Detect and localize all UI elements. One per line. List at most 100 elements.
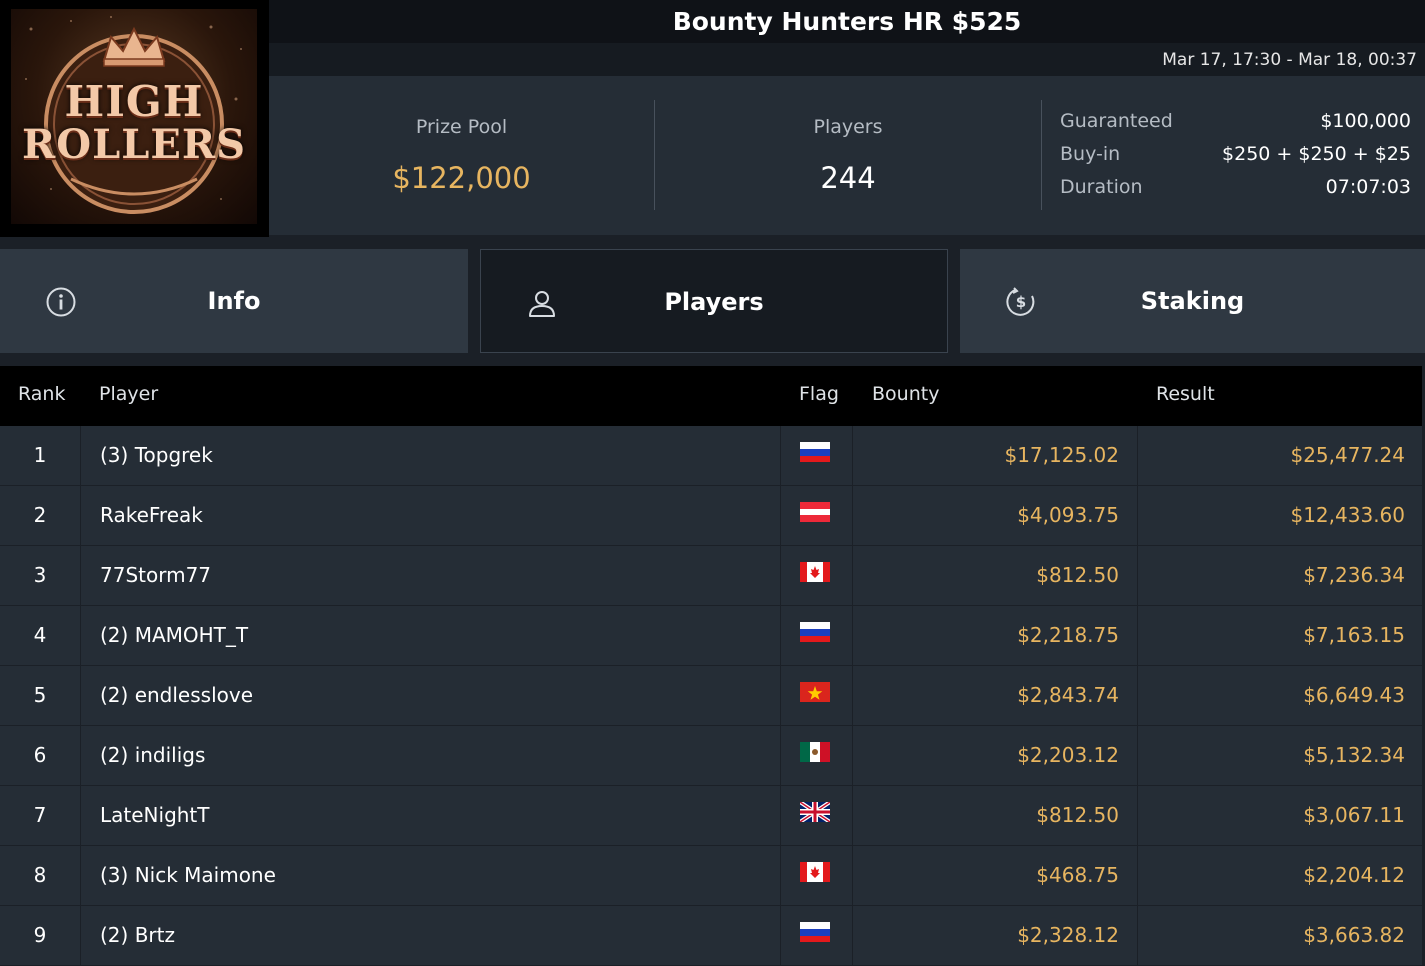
buyin-row: Buy-in $250 + $250 + $25 [1060,143,1411,173]
player-name[interactable]: (2) indiligs [80,726,780,785]
table-row[interactable]: 8 (3) Nick Maimone $468.75 $2,204.12 [0,846,1422,906]
result-cell: $3,067.11 [1137,786,1422,845]
prize-pool-label: Prize Pool [415,116,508,138]
rank-cell: 1 [33,443,47,467]
player-name[interactable]: (2) endlesslove [80,666,780,725]
russia-flag-icon [800,622,830,642]
player-name[interactable]: RakeFreak [80,486,780,545]
flag-cell [780,426,853,485]
canada-flag-icon [800,562,830,582]
tab-staking-label: Staking [1140,287,1245,315]
russia-flag-icon [800,922,830,942]
result-cell: $2,204.12 [1137,846,1422,905]
players-value: 244 [820,161,876,195]
flag-cell [780,666,853,725]
bounty-cell: $812.50 [852,786,1137,845]
rank-cell: 2 [33,503,47,527]
player-name[interactable]: LateNightT [80,786,780,845]
flag-cell [780,846,853,905]
logo-text-high: HIGH [64,77,204,126]
player-name[interactable]: (2) Brtz [80,906,780,965]
prize-pool-stat: Prize Pool $122,000 [269,76,654,235]
result-cell: $25,477.24 [1137,426,1422,485]
bounty-cell: $2,218.75 [852,606,1137,665]
bounty-cell: $4,093.75 [852,486,1137,545]
player-name[interactable]: (3) Nick Maimone [80,846,780,905]
result-cell: $7,236.34 [1137,546,1422,605]
player-name[interactable]: (2) MAMOHT_T [80,606,780,665]
result-cell: $3,663.82 [1137,906,1422,965]
logo-text-rollers: ROLLERS [22,121,246,168]
rank-cell: 6 [33,743,47,767]
table-row[interactable]: 1 (3) Topgrek $17,125.02 $25,477.24 [0,426,1422,486]
tournament-details: Guaranteed $100,000 Buy-in $250 + $250 +… [1042,76,1425,235]
duration-value: 07:07:03 [1325,176,1411,198]
tournament-title: Bounty Hunters HR $525 [269,0,1425,43]
bounty-cell: $2,203.12 [852,726,1137,785]
high-rollers-logo-image: HIGH ROLLERS [11,9,257,224]
player-name[interactable]: 77Storm77 [80,546,780,605]
canada-flag-icon [800,862,830,882]
tab-staking[interactable]: $ Staking [960,249,1425,353]
rank-cell: 7 [33,803,47,827]
bounty-cell: $468.75 [852,846,1137,905]
rank-cell: 8 [33,863,47,887]
russia-flag-icon [800,442,830,462]
flag-cell [780,906,853,965]
bounty-cell: $2,328.12 [852,906,1137,965]
flag-cell [780,486,853,545]
players-stat: Players 244 [655,76,1041,235]
player-name[interactable]: (3) Topgrek [80,426,780,485]
result-cell: $7,163.15 [1137,606,1422,665]
guaranteed-label: Guaranteed [1060,110,1173,132]
buyin-value: $250 + $250 + $25 [1222,143,1411,165]
duration-row: Duration 07:07:03 [1060,176,1411,206]
bounty-cell: $17,125.02 [852,426,1137,485]
stats-panel: Prize Pool $122,000 Players 244 Guarante… [269,76,1425,235]
header-bounty[interactable]: Bounty [872,383,939,405]
tab-players[interactable]: Players [480,249,948,353]
flag-cell [780,546,853,605]
mexico-flag-icon [800,742,830,762]
rank-cell: 9 [33,923,47,947]
result-cell: $6,649.43 [1137,666,1422,725]
duration-label: Duration [1060,176,1143,198]
table-row[interactable]: 9 (2) Brtz $2,328.12 $3,663.82 [0,906,1422,966]
table-row[interactable]: 5 (2) endlesslove $2,843.74 $6,649.43 [0,666,1422,726]
flag-cell [780,606,853,665]
players-table: Rank Player Flag Bounty Result 1 (3) Topg… [0,366,1422,966]
tournament-logo: HIGH ROLLERS [0,0,269,237]
austria-flag-icon [800,502,830,522]
table-body: 1 (3) Topgrek $17,125.02 $25,477.24 2 RakeFre… [0,426,1422,966]
guaranteed-row: Guaranteed $100,000 [1060,110,1411,140]
united-kingdom-flag-icon [800,802,830,822]
result-cell: $5,132.34 [1137,726,1422,785]
tab-info-label: Info [207,287,261,315]
flag-cell [780,786,853,845]
tab-info[interactable]: Info [0,249,468,353]
table-header: Rank Player Flag Bounty Result [0,366,1422,426]
buyin-label: Buy-in [1060,143,1121,165]
header-player[interactable]: Player [99,383,158,405]
rank-cell: 3 [33,563,47,587]
table-row[interactable]: 7 LateNightT $812.50 $3,067.11 [0,786,1422,846]
table-row[interactable]: 3 77Storm77 $812.50 $7,236.34 [0,546,1422,606]
tab-players-label: Players [664,288,764,316]
table-row[interactable]: 4 (2) MAMOHT_T $2,218.75 $7,163.15 [0,606,1422,666]
vietnam-flag-icon [800,682,830,702]
header-result[interactable]: Result [1156,383,1215,405]
table-row[interactable]: 6 (2) indiligs $2,203.12 $5,132.34 [0,726,1422,786]
rank-cell: 5 [33,683,47,707]
table-row[interactable]: 2 RakeFreak $4,093.75 $12,433.60 [0,486,1422,546]
tournament-dates: Mar 17, 17:30 - Mar 18, 00:37 [269,43,1425,76]
prize-pool-value: $122,000 [392,161,531,195]
bounty-cell: $812.50 [852,546,1137,605]
header-rank[interactable]: Rank [18,383,65,405]
players-label: Players [813,116,883,138]
rank-cell: 4 [33,623,47,647]
guaranteed-value: $100,000 [1320,110,1411,132]
bounty-cell: $2,843.74 [852,666,1137,725]
flag-cell [780,726,853,785]
header-flag[interactable]: Flag [799,383,839,405]
result-cell: $12,433.60 [1137,486,1422,545]
